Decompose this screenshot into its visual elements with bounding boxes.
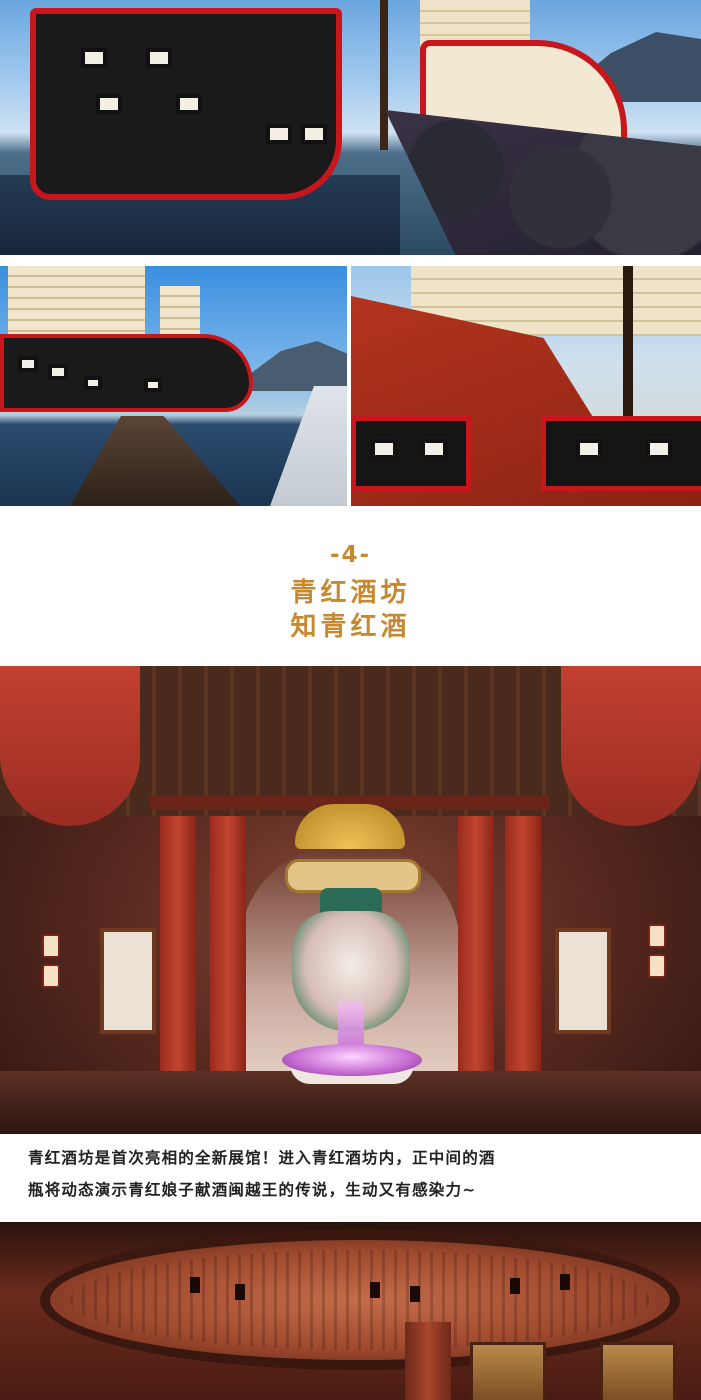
section-heading: -4- 青红酒坊 知青红酒 — [0, 506, 701, 666]
hull-window — [266, 124, 292, 144]
wall-painting — [100, 928, 156, 1034]
photo-ship-deck-stairs — [351, 266, 701, 506]
pillar — [405, 1322, 451, 1400]
hull-window — [301, 124, 327, 144]
section-number: -4- — [329, 542, 372, 568]
red-curtain — [561, 666, 701, 826]
hull-window — [48, 364, 68, 380]
spotlight — [410, 1286, 420, 1302]
display-panel — [600, 1342, 676, 1400]
crowd — [385, 110, 701, 255]
glowing-basin — [282, 1044, 422, 1076]
caption: 青红酒坊是首次亮相的全新展馆！进入青红酒坊内，正中间的酒 瓶将动态演示青红娘子献… — [28, 1142, 678, 1206]
section-title: 青红酒坊 — [290, 578, 411, 608]
spotlight — [370, 1282, 380, 1298]
red-curtain — [0, 666, 140, 826]
hull-window — [84, 376, 102, 390]
hull-window — [371, 439, 397, 459]
lantern — [648, 954, 666, 978]
spotlight — [510, 1278, 520, 1294]
lantern — [648, 924, 666, 948]
ship-mast — [623, 266, 633, 426]
photo-junk-ship-crowd — [0, 0, 701, 255]
ship-sail — [160, 286, 200, 341]
ship-hull — [30, 8, 342, 200]
ship-sail — [75, 266, 145, 338]
hull-window — [144, 378, 162, 392]
caption-line: 青红酒坊是首次亮相的全新展馆！进入青红酒坊内，正中间的酒 — [28, 1149, 496, 1167]
ship-hull — [0, 334, 253, 412]
caption-line: 瓶将动态演示青红娘子献酒闽越王的传说，生动又有感染力~ — [28, 1181, 477, 1199]
hull-panel — [351, 416, 471, 491]
hull-window — [421, 439, 447, 459]
hull-window — [146, 48, 172, 68]
hull-panel — [541, 416, 701, 491]
hull-window — [576, 439, 602, 459]
photo-oval-ceiling-hall — [0, 1222, 701, 1400]
photo-ships-on-water — [0, 266, 347, 506]
hull-window — [81, 48, 107, 68]
ship-mast — [380, 0, 388, 150]
ship-sail — [8, 266, 78, 338]
wall-painting — [555, 928, 611, 1034]
golden-canopy — [295, 804, 405, 849]
ceiling-slats — [70, 1250, 650, 1350]
display-panel — [470, 1342, 546, 1400]
hull-window — [176, 94, 202, 114]
lantern — [42, 934, 60, 958]
spotlight — [190, 1277, 200, 1293]
photo-exhibition-hall-vase — [0, 666, 701, 1134]
hull-window — [96, 94, 122, 114]
boardwalk — [70, 416, 240, 506]
lantern — [42, 964, 60, 988]
spotlight — [560, 1274, 570, 1290]
hull-window — [18, 356, 38, 372]
hull-window — [646, 439, 672, 459]
stone-railing — [270, 386, 347, 506]
spotlight — [235, 1284, 245, 1300]
section-subtitle: 知青红酒 — [290, 612, 411, 642]
